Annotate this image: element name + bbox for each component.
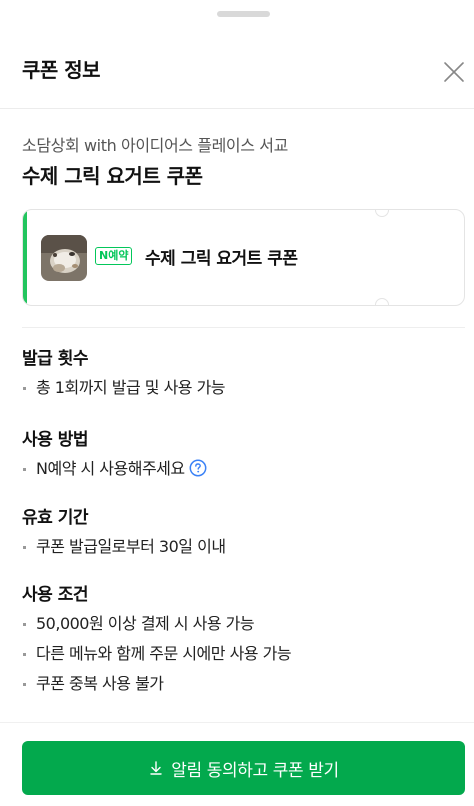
close-icon	[444, 62, 464, 82]
close-button[interactable]	[440, 58, 468, 86]
get-coupon-button[interactable]: 알림 동의하고 쿠폰 받기	[22, 741, 465, 795]
get-coupon-label: 알림 동의하고 쿠폰 받기	[171, 760, 339, 781]
sheet-header: 쿠폰 정보	[0, 40, 474, 109]
ticket-notch-top	[375, 210, 389, 217]
coupon-ticket: N예약 수제 그릭 요거트 쿠폰	[22, 209, 465, 306]
divider	[22, 327, 465, 328]
section-item: 쿠폰 발급일로부터 30일 이내	[22, 536, 462, 566]
usage-method-section: 사용 방법 N예약 시 사용해주세요	[22, 425, 462, 488]
section-heading: 발급 횟수	[22, 349, 88, 369]
usage-method-text: N예약 시 사용해주세요	[36, 459, 185, 478]
download-icon	[150, 761, 162, 775]
section-item: 50,000원 이상 결제 시 사용 가능	[22, 613, 462, 643]
product-thumbnail	[41, 235, 87, 281]
coupon-title: 수제 그릭 요거트 쿠폰	[22, 164, 203, 188]
section-item: 다른 메뉴와 함께 주문 시에만 사용 가능	[22, 643, 462, 673]
n-reservation-badge: N예약	[95, 247, 133, 265]
section-heading: 사용 조건	[22, 585, 88, 605]
validity-period-section: 유효 기간 쿠폰 발급일로부터 30일 이내	[22, 503, 462, 566]
footer-divider	[0, 722, 474, 723]
section-item: N예약 시 사용해주세요	[22, 458, 462, 488]
section-item: 총 1회까지 발급 및 사용 가능	[22, 377, 462, 407]
ticket-accent-bar	[23, 210, 27, 305]
usage-conditions-section: 사용 조건 50,000원 이상 결제 시 사용 가능 다른 메뉴와 함께 주문…	[22, 580, 462, 703]
sheet-title: 쿠폰 정보	[22, 58, 101, 82]
drag-handle[interactable]	[217, 11, 270, 17]
section-heading: 유효 기간	[22, 508, 88, 528]
store-name: 소담상회 with 아이디어스 플레이스 서교	[22, 136, 288, 155]
section-heading: 사용 방법	[22, 430, 88, 450]
issue-count-section: 발급 횟수 총 1회까지 발급 및 사용 가능	[22, 344, 462, 407]
section-item: 쿠폰 중복 사용 불가	[22, 673, 462, 703]
ticket-notch-bottom	[375, 298, 389, 305]
help-icon[interactable]	[189, 459, 207, 477]
ticket-coupon-name: 수제 그릭 요거트 쿠폰	[145, 249, 298, 269]
coupon-info-sheet: 쿠폰 정보 소담상회 with 아이디어스 플레이스 서교 수제 그릭 요거트 …	[0, 0, 474, 806]
